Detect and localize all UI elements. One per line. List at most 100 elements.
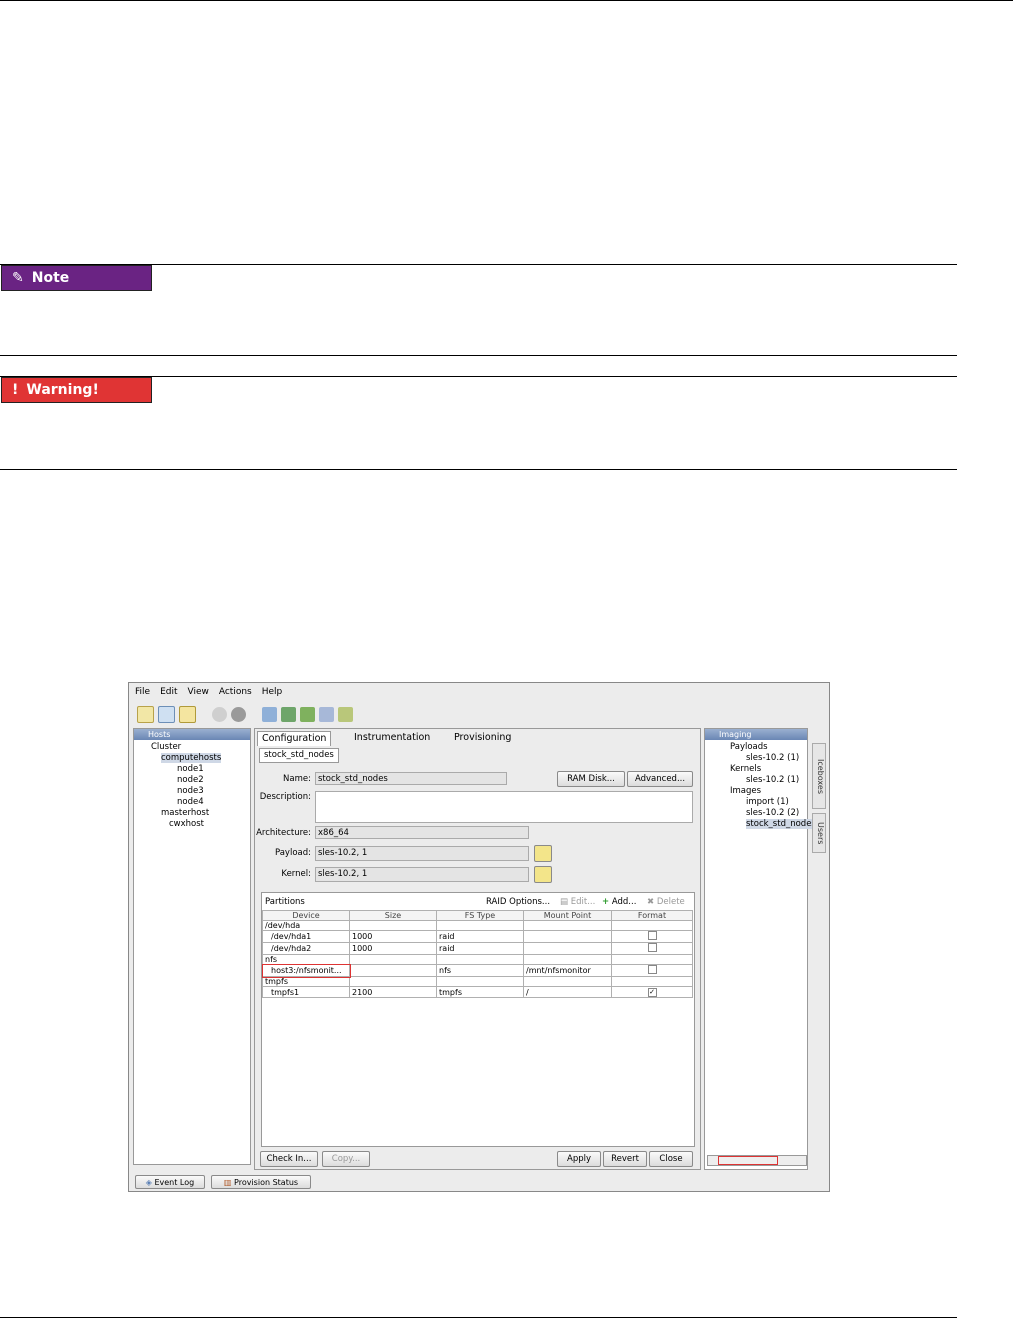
tree-item-computehosts[interactable]: computehosts [137, 753, 222, 764]
tab-instrumentation[interactable]: Instrumentation [350, 731, 434, 745]
payload-browse-button[interactable] [534, 845, 552, 862]
add-partition-button[interactable]: + Add... [602, 897, 636, 907]
table-row[interactable]: /dev/hda1 1000 raid [262, 930, 693, 943]
apply-button[interactable]: Apply [557, 1151, 601, 1167]
tree-item-node4[interactable]: node4 [137, 797, 221, 808]
check-in-button[interactable]: Check In... [260, 1151, 318, 1167]
column-format[interactable]: Format [611, 910, 693, 921]
table-row[interactable]: host3:/nfsmonit... nfs/mnt/nfsmonitor [261, 963, 693, 978]
tree-item-node1[interactable]: node1 [137, 764, 221, 775]
search-icon[interactable] [319, 706, 334, 722]
menu-actions[interactable]: Actions [219, 687, 252, 699]
table-cell: 1000 [349, 930, 437, 943]
copy-button[interactable]: Copy... [322, 1151, 370, 1167]
format-checkbox[interactable] [647, 965, 657, 974]
imaging-scrollbar[interactable] [707, 1155, 807, 1166]
delete-partition-button[interactable]: ✖ Delete [647, 897, 685, 907]
ram-disk-button[interactable]: RAM Disk... [557, 771, 625, 787]
table-cell [523, 954, 612, 965]
table-cell: nfs [436, 964, 524, 977]
tree-item-cwxhost[interactable]: cwxhost [137, 819, 221, 830]
refresh-icon[interactable] [281, 706, 296, 722]
tree-item-import[interactable]: import (1) [708, 797, 816, 808]
subtab-stock-std-nodes[interactable]: stock_std_nodes [259, 748, 339, 763]
note-tag: ✎ Note [1, 265, 152, 291]
power-icon[interactable] [212, 706, 227, 722]
table-cell [349, 976, 437, 987]
new-icon[interactable] [137, 705, 154, 723]
format-checkbox-cell [611, 976, 693, 987]
upload-icon[interactable] [300, 706, 315, 722]
format-checkbox-cell [611, 964, 693, 977]
tree-item-payload-sles[interactable]: sles-10.2 (1) [708, 753, 816, 764]
table-cell: raid [436, 930, 524, 943]
toolbar [137, 704, 353, 724]
column-device[interactable]: Device [262, 910, 350, 921]
format-checkbox-cell [611, 920, 693, 931]
column-mount-point[interactable]: Mount Point [523, 910, 612, 921]
architecture-field[interactable]: x86_64 [315, 826, 529, 839]
tree-item-image-sles[interactable]: sles-10.2 (2) [708, 808, 816, 819]
table-cell [523, 930, 612, 943]
table-cell [349, 954, 437, 965]
name-field[interactable]: stock_std_nodes [315, 772, 507, 785]
format-checkbox-cell [611, 930, 693, 943]
tree-item-kernel-sles[interactable]: sles-10.2 (1) [708, 775, 816, 786]
tree-item-node2[interactable]: node2 [137, 775, 221, 786]
event-log-tab[interactable]: ◈ Event Log [135, 1175, 205, 1189]
kernel-field[interactable]: sles-10.2, 1 [315, 867, 529, 882]
description-field[interactable] [315, 791, 693, 823]
imaging-panel-title: Imaging [705, 729, 807, 740]
favorite-icon[interactable] [179, 705, 196, 723]
stop-icon[interactable] [231, 706, 246, 722]
table-cell: 2100 [349, 986, 437, 998]
table-row[interactable]: /dev/hda2 1000 raid [262, 942, 693, 955]
side-tab-users[interactable]: Users [812, 813, 826, 853]
tools-icon[interactable] [338, 706, 353, 722]
format-checkbox[interactable] [647, 931, 657, 940]
column-size[interactable]: Size [349, 910, 437, 921]
payload-field[interactable]: sles-10.2, 1 [315, 846, 529, 861]
tab-configuration[interactable]: Configuration [257, 731, 332, 746]
raid-options-button[interactable]: RAID Options... [486, 897, 550, 907]
close-button[interactable]: Close [649, 1151, 693, 1167]
table-row[interactable]: tmpfs [262, 976, 693, 987]
menu-view[interactable]: View [188, 687, 209, 699]
table-cell: /mnt/nfsmonitor [523, 964, 612, 977]
table-header-row: Device Size FS Type Mount Point Format [262, 910, 693, 921]
edit-partition-button[interactable]: ▤ Edit... [560, 897, 595, 907]
tree-item-stock-std-nodes[interactable]: stock_std_nodes [708, 819, 816, 830]
table-cell: nfs [262, 954, 350, 965]
tab-provisioning[interactable]: Provisioning [450, 731, 515, 745]
tree-item-cluster[interactable]: Cluster [137, 742, 221, 753]
format-checkbox-cell: ✓ [611, 986, 693, 998]
table-row[interactable]: nfs [262, 954, 693, 965]
table-row[interactable]: /dev/hda [262, 920, 693, 931]
format-checkbox[interactable] [647, 943, 657, 952]
advanced-button[interactable]: Advanced... [627, 771, 693, 787]
tree-item-images[interactable]: Images [708, 786, 816, 797]
table-cell [436, 976, 524, 987]
app-screenshot: File Edit View Actions Help Hosts Cluste… [128, 682, 830, 1192]
tree-item-payloads[interactable]: Payloads [708, 742, 816, 753]
column-fs-type[interactable]: FS Type [436, 910, 524, 921]
host-config-icon[interactable] [262, 706, 277, 722]
format-checkbox[interactable]: ✓ [647, 988, 657, 997]
menu-help[interactable]: Help [262, 687, 283, 699]
edit-icon: ▤ [560, 897, 569, 907]
event-log-icon: ◈ [145, 1178, 152, 1187]
payload-label: Payload: [274, 848, 311, 858]
tree-item-kernels[interactable]: Kernels [708, 764, 816, 775]
table-row[interactable]: tmpfs1 2100 tmpfs / ✓ [262, 986, 693, 998]
side-tab-iceboxes[interactable]: Iceboxes [812, 743, 826, 809]
provision-status-tab[interactable]: ▥ Provision Status [211, 1175, 311, 1189]
layout-icon[interactable] [158, 705, 175, 723]
tree-item-node3[interactable]: node3 [137, 786, 221, 797]
kernel-browse-button[interactable] [534, 866, 552, 883]
menu-edit[interactable]: Edit [160, 687, 177, 699]
note-label: Note [31, 270, 70, 286]
tree-item-masterhost[interactable]: masterhost [137, 808, 221, 819]
revert-button[interactable]: Revert [603, 1151, 647, 1167]
name-label: Name: [283, 774, 311, 784]
menu-file[interactable]: File [135, 687, 150, 699]
